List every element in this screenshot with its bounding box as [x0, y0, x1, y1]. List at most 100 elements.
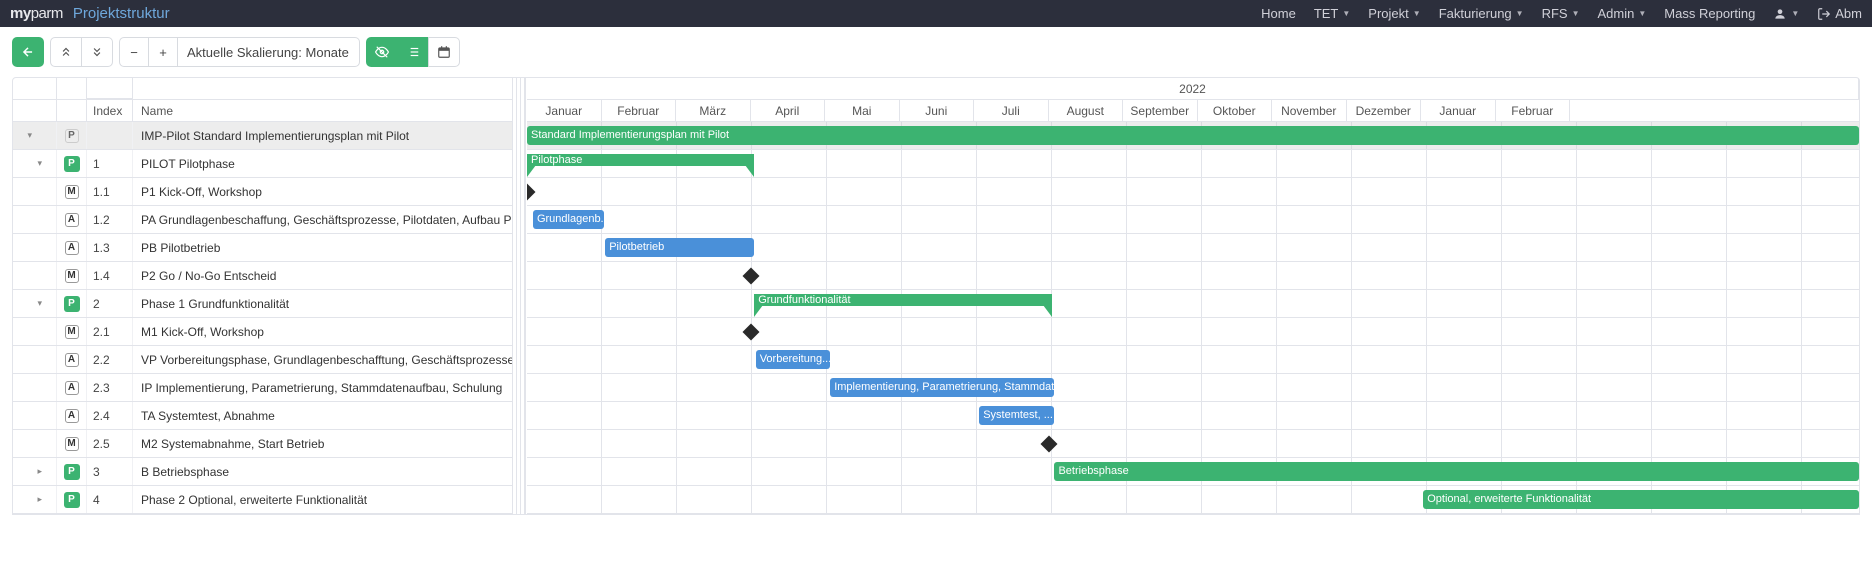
- task-row[interactable]: ▸P4Phase 2 Optional, erweiterte Funktion…: [13, 486, 512, 514]
- nav-projekt[interactable]: Projekt▼: [1368, 6, 1420, 21]
- zoom-out-button[interactable]: −: [119, 37, 149, 67]
- gantt-summary-bar[interactable]: Pilotphase: [527, 154, 754, 166]
- type-badge: P: [64, 492, 80, 508]
- nav-mass-reporting[interactable]: Mass Reporting: [1664, 6, 1755, 21]
- task-row[interactable]: ▾P2Phase 1 Grundfunktionalität: [13, 290, 512, 318]
- list-view-button[interactable]: [397, 37, 429, 67]
- pane-splitter[interactable]: [512, 78, 526, 514]
- gantt-bar[interactable]: Implementierung, Parametrierung, Stammda…: [830, 378, 1054, 397]
- gantt-row: Grundlagenb...: [527, 206, 1859, 234]
- gantt-row: Pilotbetrieb: [527, 234, 1859, 262]
- index-cell: 1.3: [87, 234, 133, 261]
- nav-user-menu[interactable]: ▼: [1773, 7, 1799, 21]
- month-header: August: [1049, 100, 1124, 121]
- gantt-milestone[interactable]: [742, 324, 759, 341]
- row-expander: [13, 318, 57, 345]
- index-cell: 2.2: [87, 346, 133, 373]
- task-tree-pane: Index Name ▾PIMP-Pilot Standard Implemen…: [13, 78, 513, 514]
- type-badge: A: [65, 409, 79, 423]
- index-cell: [87, 122, 133, 149]
- expand-collapse-group: [50, 37, 113, 67]
- row-expander[interactable]: ▸: [13, 486, 57, 513]
- task-row[interactable]: A2.3IP Implementierung, Parametrierung, …: [13, 374, 512, 402]
- gantt-bar[interactable]: Standard Implementierungsplan mit Pilot: [527, 126, 1859, 145]
- nav-rfs[interactable]: RFS▼: [1542, 6, 1580, 21]
- gantt-row: Grundfunktionalität: [527, 290, 1859, 318]
- gantt-summary-bar[interactable]: Grundfunktionalität: [754, 294, 1052, 306]
- gantt-row: Vorbereitung...: [527, 346, 1859, 374]
- index-cell: 1: [87, 150, 133, 177]
- calendar-button[interactable]: [428, 37, 460, 67]
- chevron-down-icon: ▼: [1572, 9, 1580, 18]
- index-cell: 1.1: [87, 178, 133, 205]
- index-cell: 1.4: [87, 262, 133, 289]
- task-row[interactable]: M1.1P1 Kick-Off, Workshop: [13, 178, 512, 206]
- month-header: März: [676, 100, 751, 121]
- index-cell: 3: [87, 458, 133, 485]
- name-cell: VP Vorbereitungsphase, Grundlagenbeschaf…: [133, 346, 512, 373]
- gantt-bar[interactable]: Vorbereitung...: [756, 350, 831, 369]
- collapse-all-button[interactable]: [50, 37, 82, 67]
- index-cell: 2: [87, 290, 133, 317]
- task-row[interactable]: A1.2PA Grundlagenbeschaffung, Geschäftsp…: [13, 206, 512, 234]
- task-row[interactable]: A1.3PB Pilotbetrieb: [13, 234, 512, 262]
- task-row[interactable]: ▾ P1PILOT Pilotphase: [13, 150, 512, 178]
- list-icon: [406, 45, 420, 59]
- nav-home[interactable]: Home: [1261, 6, 1296, 21]
- gantt-milestone[interactable]: [742, 268, 759, 285]
- type-badge: A: [65, 213, 79, 227]
- name-cell: IP Implementierung, Parametrierung, Stam…: [133, 374, 512, 401]
- gantt-bar[interactable]: Pilotbetrieb: [605, 238, 754, 257]
- task-row[interactable]: A2.2VP Vorbereitungsphase, Grundlagenbes…: [13, 346, 512, 374]
- gantt-bar[interactable]: Optional, erweiterte Funktionalität: [1423, 490, 1859, 509]
- task-row[interactable]: A2.4TA Systemtest, Abnahme: [13, 402, 512, 430]
- row-expander[interactable]: ▾: [13, 290, 57, 317]
- zoom-in-button[interactable]: +: [148, 37, 178, 67]
- type-cell: A: [57, 374, 87, 401]
- type-cell: M: [57, 430, 87, 457]
- gantt-bar[interactable]: Grundlagenb...: [533, 210, 604, 229]
- index-cell: 2.5: [87, 430, 133, 457]
- row-expander[interactable]: ▾: [13, 122, 57, 149]
- zoom-group: − + Aktuelle Skalierung: Monate: [119, 37, 360, 67]
- type-cell: P: [57, 458, 87, 485]
- name-cell: PB Pilotbetrieb: [133, 234, 512, 261]
- row-expander: [13, 402, 57, 429]
- row-expander[interactable]: ▸: [13, 458, 57, 485]
- back-button[interactable]: [12, 37, 44, 67]
- index-cell: 2.4: [87, 402, 133, 429]
- col-header-name[interactable]: Name: [133, 100, 512, 121]
- gantt-row: Systemtest, ...: [527, 402, 1859, 430]
- row-expander: [13, 178, 57, 205]
- gantt-bar[interactable]: Betriebsphase: [1054, 462, 1859, 481]
- expand-all-button[interactable]: [81, 37, 113, 67]
- month-header: April: [751, 100, 826, 121]
- nav-fakturierung[interactable]: Fakturierung▼: [1439, 6, 1524, 21]
- task-row[interactable]: ▾PIMP-Pilot Standard Implementierungspla…: [13, 122, 512, 150]
- nav-logout[interactable]: Abm: [1817, 6, 1862, 21]
- task-row[interactable]: ▸P3B Betriebsphase: [13, 458, 512, 486]
- nav-admin[interactable]: Admin▼: [1598, 6, 1647, 21]
- nav-tet[interactable]: TET▼: [1314, 6, 1350, 21]
- task-row[interactable]: M2.5M2 Systemabnahme, Start Betrieb: [13, 430, 512, 458]
- gantt-milestone[interactable]: [1040, 436, 1057, 453]
- view-options-group: [366, 37, 460, 67]
- col-header-index[interactable]: Index: [87, 100, 133, 121]
- task-row[interactable]: M 2.1M1 Kick-Off, Workshop: [13, 318, 512, 346]
- gantt-milestone[interactable]: [527, 184, 535, 201]
- name-cell: M1 Kick-Off, Workshop: [133, 318, 512, 345]
- type-badge: P: [64, 156, 80, 172]
- toggle-visibility-button[interactable]: [366, 37, 398, 67]
- header-spacer-row: [13, 78, 512, 100]
- chevron-down-icon: ▼: [1791, 9, 1799, 18]
- index-cell: 2.1: [87, 318, 133, 345]
- gantt-bar[interactable]: Systemtest, ...: [979, 406, 1054, 425]
- row-expander[interactable]: ▾: [13, 150, 57, 177]
- type-cell: P: [57, 290, 87, 317]
- task-row[interactable]: M1.4P2 Go / No-Go Entscheid: [13, 262, 512, 290]
- minus-icon: −: [130, 45, 138, 60]
- month-header: Juli: [974, 100, 1049, 121]
- row-expander: [13, 430, 57, 457]
- name-cell: PILOT Pilotphase: [133, 150, 512, 177]
- type-badge: M: [65, 325, 79, 339]
